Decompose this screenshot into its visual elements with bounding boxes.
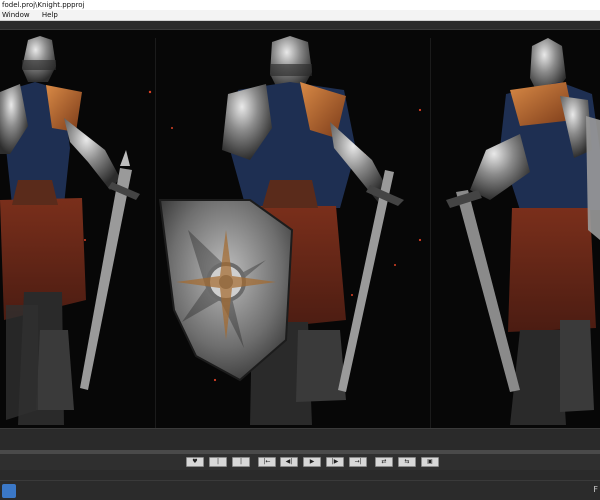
knight-front-render: [0, 36, 140, 425]
knight-side-render: [446, 38, 600, 425]
status-bar: [0, 470, 600, 480]
step-forward-icon[interactable]: |▶: [326, 457, 344, 467]
play-icon[interactable]: ▶: [303, 457, 321, 467]
window-title: fodel.proj\Knight.ppproj: [0, 0, 600, 10]
marker-icon[interactable]: ♥: [186, 457, 204, 467]
go-to-in-icon[interactable]: |←: [258, 457, 276, 467]
out-point-icon[interactable]: |: [232, 457, 250, 467]
in-point-icon[interactable]: |: [209, 457, 227, 467]
transport-controls: ♥ | | |← ◀| ▶ |▶ →| ⇄ ⇆ ▣: [0, 454, 600, 470]
menu-bar: Window Help: [0, 10, 600, 21]
knight-renders: [0, 36, 600, 425]
app-icon[interactable]: [2, 484, 16, 498]
insert-icon[interactable]: ⇄: [375, 457, 393, 467]
menu-window[interactable]: Window: [2, 10, 30, 21]
panel-header: [0, 21, 600, 30]
menu-help[interactable]: Help: [42, 10, 58, 21]
export-frame-icon[interactable]: ▣: [421, 457, 439, 467]
overwrite-icon[interactable]: ⇆: [398, 457, 416, 467]
knight-shield-render: [158, 36, 404, 425]
program-monitor[interactable]: [0, 30, 600, 428]
step-back-icon[interactable]: ◀|: [280, 457, 298, 467]
taskbar: F: [0, 480, 600, 500]
taskbar-text: F: [593, 485, 598, 494]
timecode-bar: [0, 428, 600, 451]
go-to-out-icon[interactable]: →|: [349, 457, 367, 467]
